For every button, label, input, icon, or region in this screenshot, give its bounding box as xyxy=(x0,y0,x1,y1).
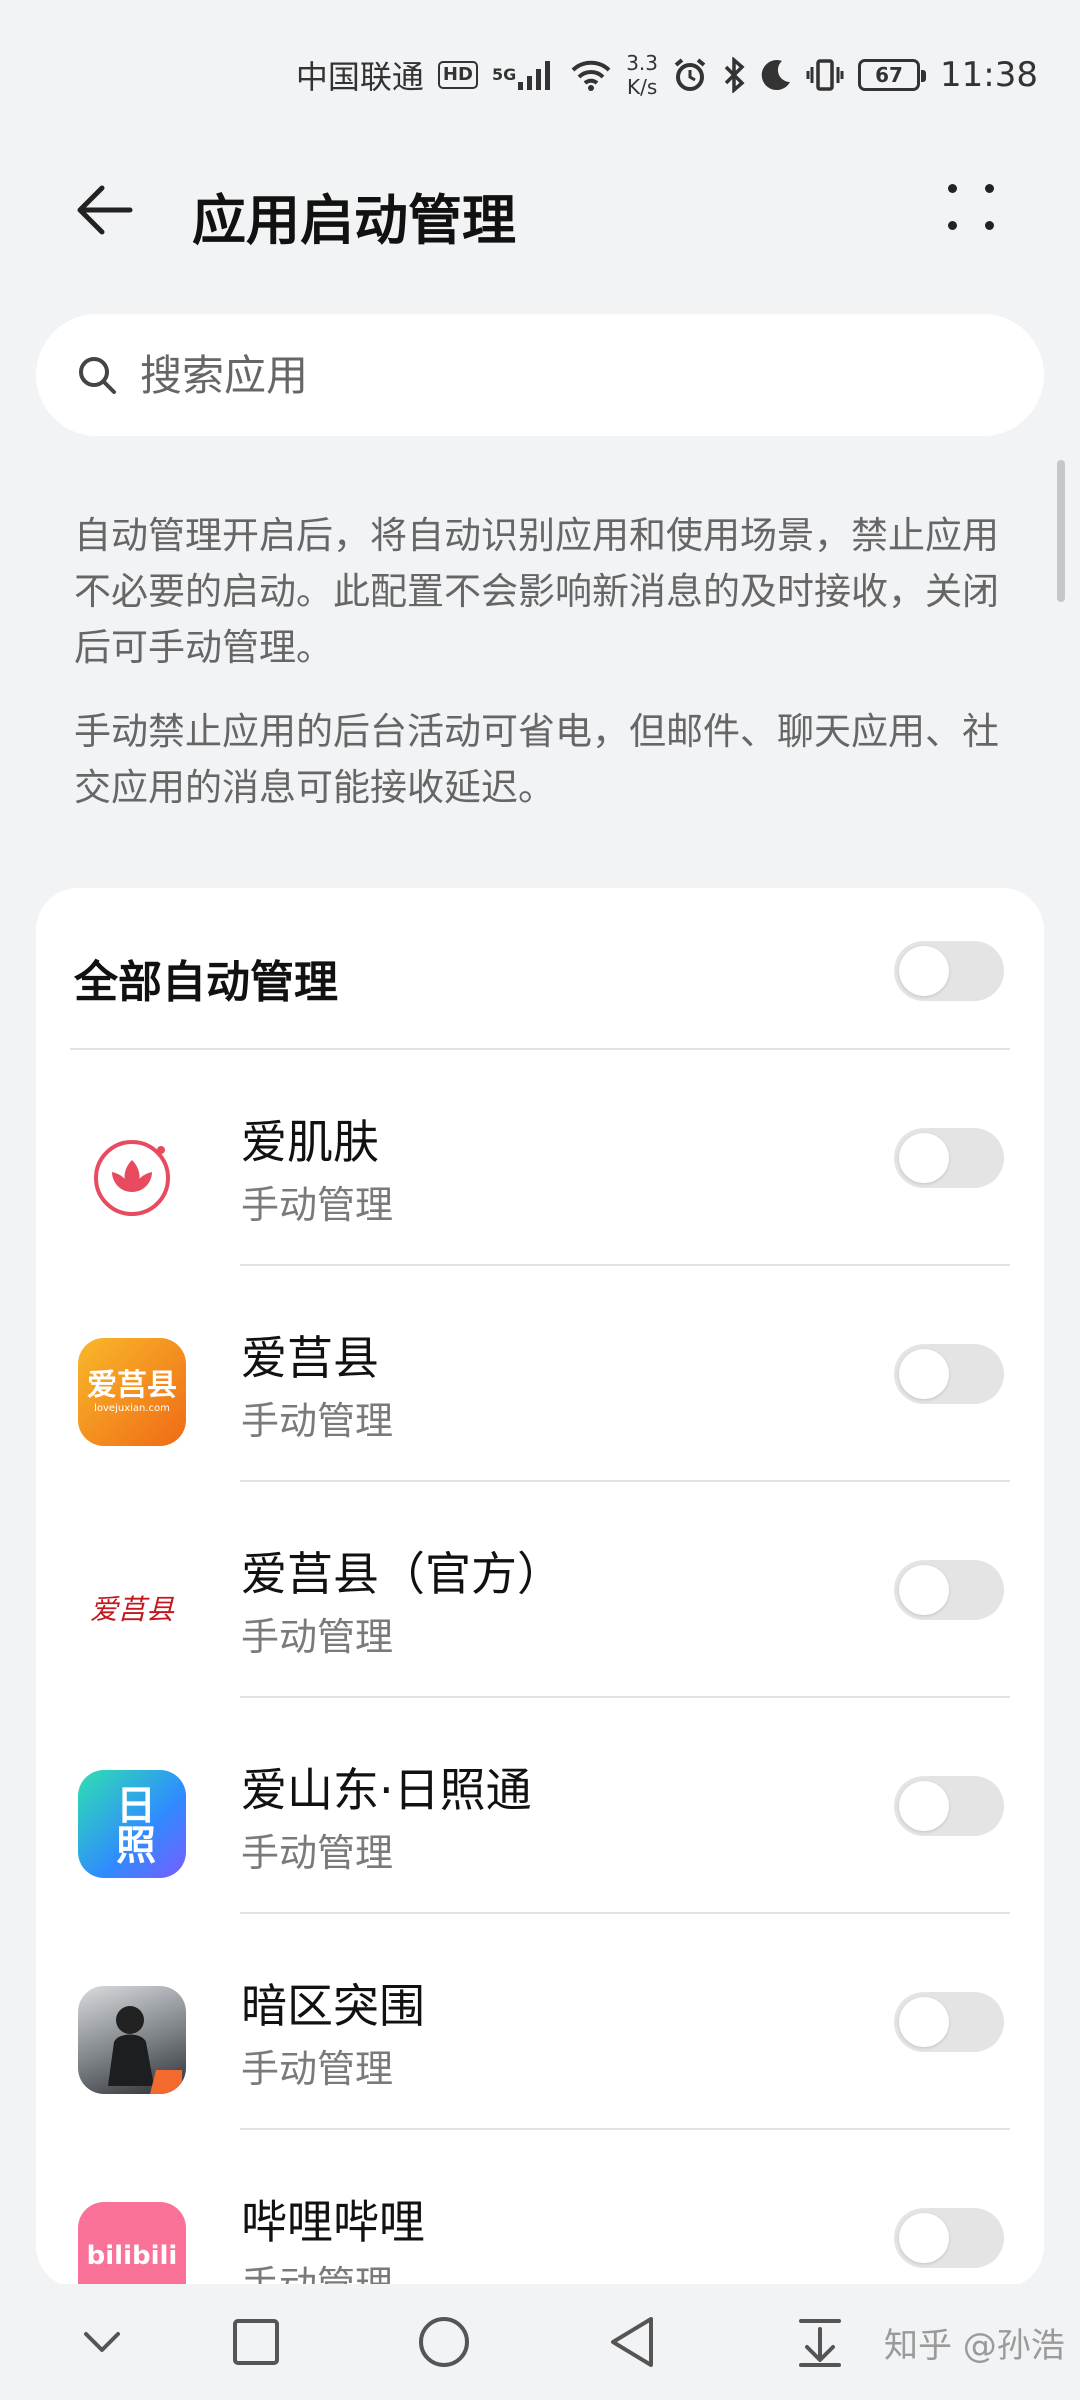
description-manual-management: 手动禁止应用的后台活动可省电，但邮件、聊天应用、社交应用的消息可能接收延迟。 xyxy=(74,710,999,809)
search-bar[interactable] xyxy=(36,314,1044,436)
recents-button[interactable] xyxy=(224,2310,288,2374)
wifi-icon xyxy=(570,58,612,92)
app-status: 手动管理 xyxy=(241,1615,394,1659)
app-status: 手动管理 xyxy=(241,1183,394,1227)
bilibili-icon-text: bilibili xyxy=(86,2241,178,2271)
app-toggle-aijifu[interactable] xyxy=(894,1128,1004,1188)
anqutuwei-app-icon xyxy=(78,1986,186,2094)
app-row-bilibili[interactable]: bilibili 哔哩哔哩 手动管理 xyxy=(36,2130,1044,2288)
aijifu-app-icon xyxy=(78,1122,186,1230)
chevron-down-icon xyxy=(84,2332,120,2352)
app-toggle-aijuxian-official[interactable] xyxy=(894,1560,1004,1620)
app-toggle-rizhaotong[interactable] xyxy=(894,1776,1004,1836)
app-status: 手动管理 xyxy=(241,1831,394,1875)
battery-icon: 67 xyxy=(858,59,927,91)
toggle-knob xyxy=(899,2213,949,2263)
aijuxian-official-icon-text: 爱莒县 xyxy=(89,1593,174,1626)
aijuxian-icon-url: lovejuxian.com xyxy=(94,1403,170,1414)
app-toggle-aijuxian[interactable] xyxy=(894,1344,1004,1404)
toggle-knob xyxy=(899,1133,949,1183)
app-row-aijifu[interactable]: 爱肌肤 手动管理 xyxy=(36,1050,1044,1266)
home-button[interactable] xyxy=(412,2310,476,2374)
toggle-knob xyxy=(899,1565,949,1615)
all-auto-management-row[interactable]: 全部自动管理 xyxy=(36,888,1044,1050)
app-row-anqutuwei[interactable]: 暗区突围 手动管理 xyxy=(36,1914,1044,2130)
aijuxian-app-icon: 爱莒县 lovejuxian.com xyxy=(78,1338,186,1446)
app-status: 手动管理 xyxy=(241,1399,394,1443)
network-speed: 3.3 K/s xyxy=(626,51,658,99)
more-dot-icon xyxy=(985,221,994,230)
app-bar: 应用启动管理 xyxy=(0,150,1080,270)
app-row-rizhaotong[interactable]: 日照 爱山东·日照通 手动管理 xyxy=(36,1698,1044,1914)
collapse-button[interactable] xyxy=(70,2310,134,2374)
search-icon xyxy=(79,357,116,394)
navigation-bar: 知乎 @孙浩 xyxy=(0,2284,1080,2400)
app-row-aijuxian[interactable]: 爱莒县 lovejuxian.com 爱莒县 手动管理 xyxy=(36,1266,1044,1482)
pull-down-icon xyxy=(799,2319,841,2367)
search-input[interactable] xyxy=(140,350,1000,400)
watermark: 知乎 @孙浩 xyxy=(884,2326,1065,2366)
app-status: 手动管理 xyxy=(241,2263,394,2288)
hd-badge: HD xyxy=(437,61,478,89)
back-nav-button[interactable] xyxy=(600,2310,664,2374)
page-title: 应用启动管理 xyxy=(192,189,516,252)
circle-icon xyxy=(419,2317,469,2367)
app-name: 爱肌肤 xyxy=(241,1115,379,1169)
more-dot-icon xyxy=(985,184,994,193)
app-toggle-bilibili[interactable] xyxy=(894,2208,1004,2268)
app-name: 爱莒县 xyxy=(241,1331,379,1385)
more-dot-icon xyxy=(948,184,957,193)
app-name: 爱山东·日照通 xyxy=(241,1763,532,1817)
bluetooth-icon xyxy=(722,57,746,93)
notification-pull-button[interactable] xyxy=(788,2310,852,2374)
app-row-aijuxian-official[interactable]: 爱莒县 爱莒县（官方） 手动管理 xyxy=(36,1482,1044,1698)
rizhaotong-app-icon: 日照 xyxy=(78,1770,186,1878)
toggle-knob xyxy=(899,1349,949,1399)
app-name: 哔哩哔哩 xyxy=(241,2195,425,2249)
status-bar: 中国联通 HD 5G 3.3 K/s 67 11:38 xyxy=(0,0,1080,150)
more-dot-icon xyxy=(948,221,957,230)
triangle-back-icon xyxy=(611,2317,653,2367)
back-arrow-icon xyxy=(77,185,133,235)
screen: { "status_bar": { "carrier": "中国联通", "hd… xyxy=(0,0,1080,2400)
clock: 11:38 xyxy=(940,55,1038,95)
app-name: 暗区突围 xyxy=(241,1979,425,2033)
aijuxian-icon-text: 爱莒县 xyxy=(87,1368,177,1403)
all-auto-management-toggle[interactable] xyxy=(894,941,1004,1001)
square-icon xyxy=(233,2319,279,2365)
app-toggle-anqutuwei[interactable] xyxy=(894,1992,1004,2052)
battery-level: 67 xyxy=(875,63,903,87)
cellular-signal-icon: 5G xyxy=(492,58,556,92)
carrier-label: 中国联通 xyxy=(295,58,424,96)
scrollbar[interactable] xyxy=(1057,460,1065,602)
app-list-card: 全部自动管理 爱肌肤 手动管理 爱莒县 lovejuxian.com 爱莒县 手… xyxy=(36,888,1044,2288)
app-name: 爱莒县（官方） xyxy=(241,1547,563,1601)
rizhaotong-icon-text: 日照 xyxy=(109,1784,155,1864)
bilibili-app-icon: bilibili xyxy=(78,2202,186,2288)
toggle-knob xyxy=(899,1781,949,1831)
app-status: 手动管理 xyxy=(241,2047,394,2091)
aijuxian-official-app-icon: 爱莒县 xyxy=(78,1554,186,1662)
all-auto-management-label: 全部自动管理 xyxy=(74,957,338,1008)
alarm-icon xyxy=(672,57,708,93)
speed-unit: K/s xyxy=(626,75,658,99)
network-type-label: 5G xyxy=(491,65,517,84)
speed-value: 3.3 xyxy=(626,51,659,75)
more-options-button[interactable] xyxy=(940,176,1006,242)
toggle-knob xyxy=(899,1997,949,2047)
description-auto-management: 自动管理开启后，将自动识别应用和使用场景，禁止应用不必要的启动。此配置不会影响新… xyxy=(74,514,999,669)
vibrate-icon xyxy=(806,58,844,92)
moon-icon xyxy=(760,58,792,92)
back-button[interactable] xyxy=(68,174,140,246)
toggle-knob xyxy=(899,946,949,996)
